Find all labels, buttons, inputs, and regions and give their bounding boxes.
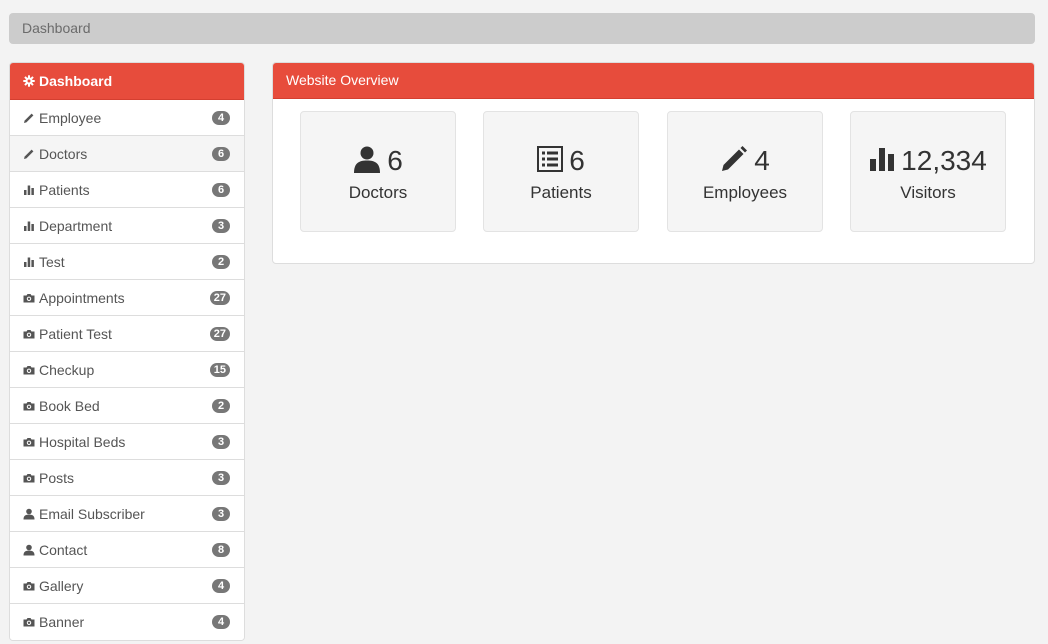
sidebar-item-checkup[interactable]: Checkup 15 <box>10 352 244 388</box>
count-badge: 6 <box>212 182 230 197</box>
count-badge: 2 <box>212 254 230 269</box>
camera-icon <box>23 292 35 304</box>
patients-stat-card: 6 Patients <box>483 111 639 232</box>
sidebar-item-patients[interactable]: Patients 6 <box>10 172 244 208</box>
stat-value: 12,334 <box>901 145 987 176</box>
sidebar-item-label: Banner <box>39 614 85 630</box>
sidebar-item-label: Book Bed <box>39 397 100 414</box>
sidebar-item-doctors[interactable]: Doctors 6 <box>10 136 244 172</box>
count-badge: 27 <box>209 326 230 341</box>
camera-icon <box>23 328 35 340</box>
sidebar-item-label: Test <box>39 253 65 270</box>
stat-value: 6 <box>569 145 585 176</box>
sidebar-item-appointments[interactable]: Appointments 27 <box>10 280 244 316</box>
sidebar-item-employee[interactable]: Employee 4 <box>10 100 244 136</box>
sidebar-item-test[interactable]: Test 2 <box>10 244 244 280</box>
sidebar-item-label: Email Subscriber <box>39 505 145 522</box>
count-badge: 27 <box>209 290 230 305</box>
user-icon <box>23 544 35 556</box>
sidebar-item-posts[interactable]: Posts 3 <box>10 460 244 496</box>
sidebar-item-label: Patient Test <box>39 325 112 342</box>
sidebar-item-banner[interactable]: Banner 4 <box>10 604 244 640</box>
camera-icon <box>23 436 35 448</box>
sidebar-item-hospital-beds[interactable]: Hospital Beds 3 <box>10 424 244 460</box>
sidebar-item-contact[interactable]: Contact 8 <box>10 532 244 568</box>
count-badge: 6 <box>212 146 230 161</box>
count-badge: 8 <box>212 542 230 557</box>
count-badge: 3 <box>212 470 230 485</box>
sidebar-item-book-bed[interactable]: Book Bed 2 <box>10 388 244 424</box>
camera-icon <box>23 400 35 412</box>
sidebar-item-email-subscriber[interactable]: Email Subscriber 3 <box>10 496 244 532</box>
stat-label: Visitors <box>900 183 956 202</box>
count-badge: 4 <box>212 615 230 629</box>
count-badge: 3 <box>212 506 230 521</box>
sidebar-item-patient-test[interactable]: Patient Test 27 <box>10 316 244 352</box>
employees-stat-card: 4 Employees <box>667 111 823 232</box>
sidebar-item-dashboard[interactable]: Dashboard <box>10 63 244 100</box>
sidebar-item-department[interactable]: Department 3 <box>10 208 244 244</box>
sidebar-menu: Dashboard Employee 4 Doctors 6 Patients … <box>9 62 245 641</box>
stat-label: Doctors <box>348 183 408 202</box>
count-badge: 4 <box>212 578 230 593</box>
breadcrumb-label: Dashboard <box>22 20 91 36</box>
bar-chart-icon <box>869 146 895 177</box>
sidebar-item-label: Posts <box>39 469 75 486</box>
sidebar-item-label: Doctors <box>39 145 88 162</box>
camera-icon <box>23 580 35 592</box>
pencil-icon <box>23 148 35 160</box>
bar-chart-icon <box>23 256 35 268</box>
count-badge: 15 <box>209 362 230 377</box>
doctors-stat-card: 6 Doctors <box>300 111 456 232</box>
sidebar-item-label: Hospital Beds <box>39 433 126 450</box>
sidebar-item-label: Contact <box>39 541 88 558</box>
sidebar-item-label: Appointments <box>39 289 125 306</box>
sidebar-item-label: Dashboard <box>39 73 113 89</box>
camera-icon <box>23 364 35 376</box>
stat-label: Patients <box>530 183 592 202</box>
breadcrumb: Dashboard <box>9 13 1035 44</box>
stat-value: 4 <box>754 145 770 176</box>
count-badge: 3 <box>212 218 230 233</box>
stat-value: 6 <box>387 145 403 176</box>
camera-icon <box>23 616 35 628</box>
list-icon <box>537 145 564 177</box>
sidebar-item-label: Department <box>39 217 113 234</box>
camera-icon <box>23 472 35 484</box>
visitors-stat-card: 12,334 Visitors <box>850 111 1006 232</box>
sidebar-item-label: Gallery <box>39 577 84 594</box>
bar-chart-icon <box>23 184 35 196</box>
user-icon <box>23 508 35 520</box>
sidebar-item-label: Patients <box>39 181 90 198</box>
sidebar-item-label: Checkup <box>39 361 95 378</box>
sidebar-item-gallery[interactable]: Gallery 4 <box>10 568 244 604</box>
pencil-icon <box>23 112 35 124</box>
bar-chart-icon <box>23 220 35 232</box>
stat-label: Employees <box>702 183 788 202</box>
sidebar-item-label: Employee <box>39 109 102 126</box>
gear-icon <box>23 75 35 87</box>
website-overview-panel: Website Overview 6 Doctors 6 Patients 4 … <box>272 62 1035 264</box>
user-icon <box>353 145 381 178</box>
pencil-icon <box>720 145 748 178</box>
count-badge: 4 <box>212 110 230 125</box>
count-badge: 2 <box>212 398 230 413</box>
panel-title: Website Overview <box>273 63 1034 99</box>
count-badge: 3 <box>212 434 230 449</box>
